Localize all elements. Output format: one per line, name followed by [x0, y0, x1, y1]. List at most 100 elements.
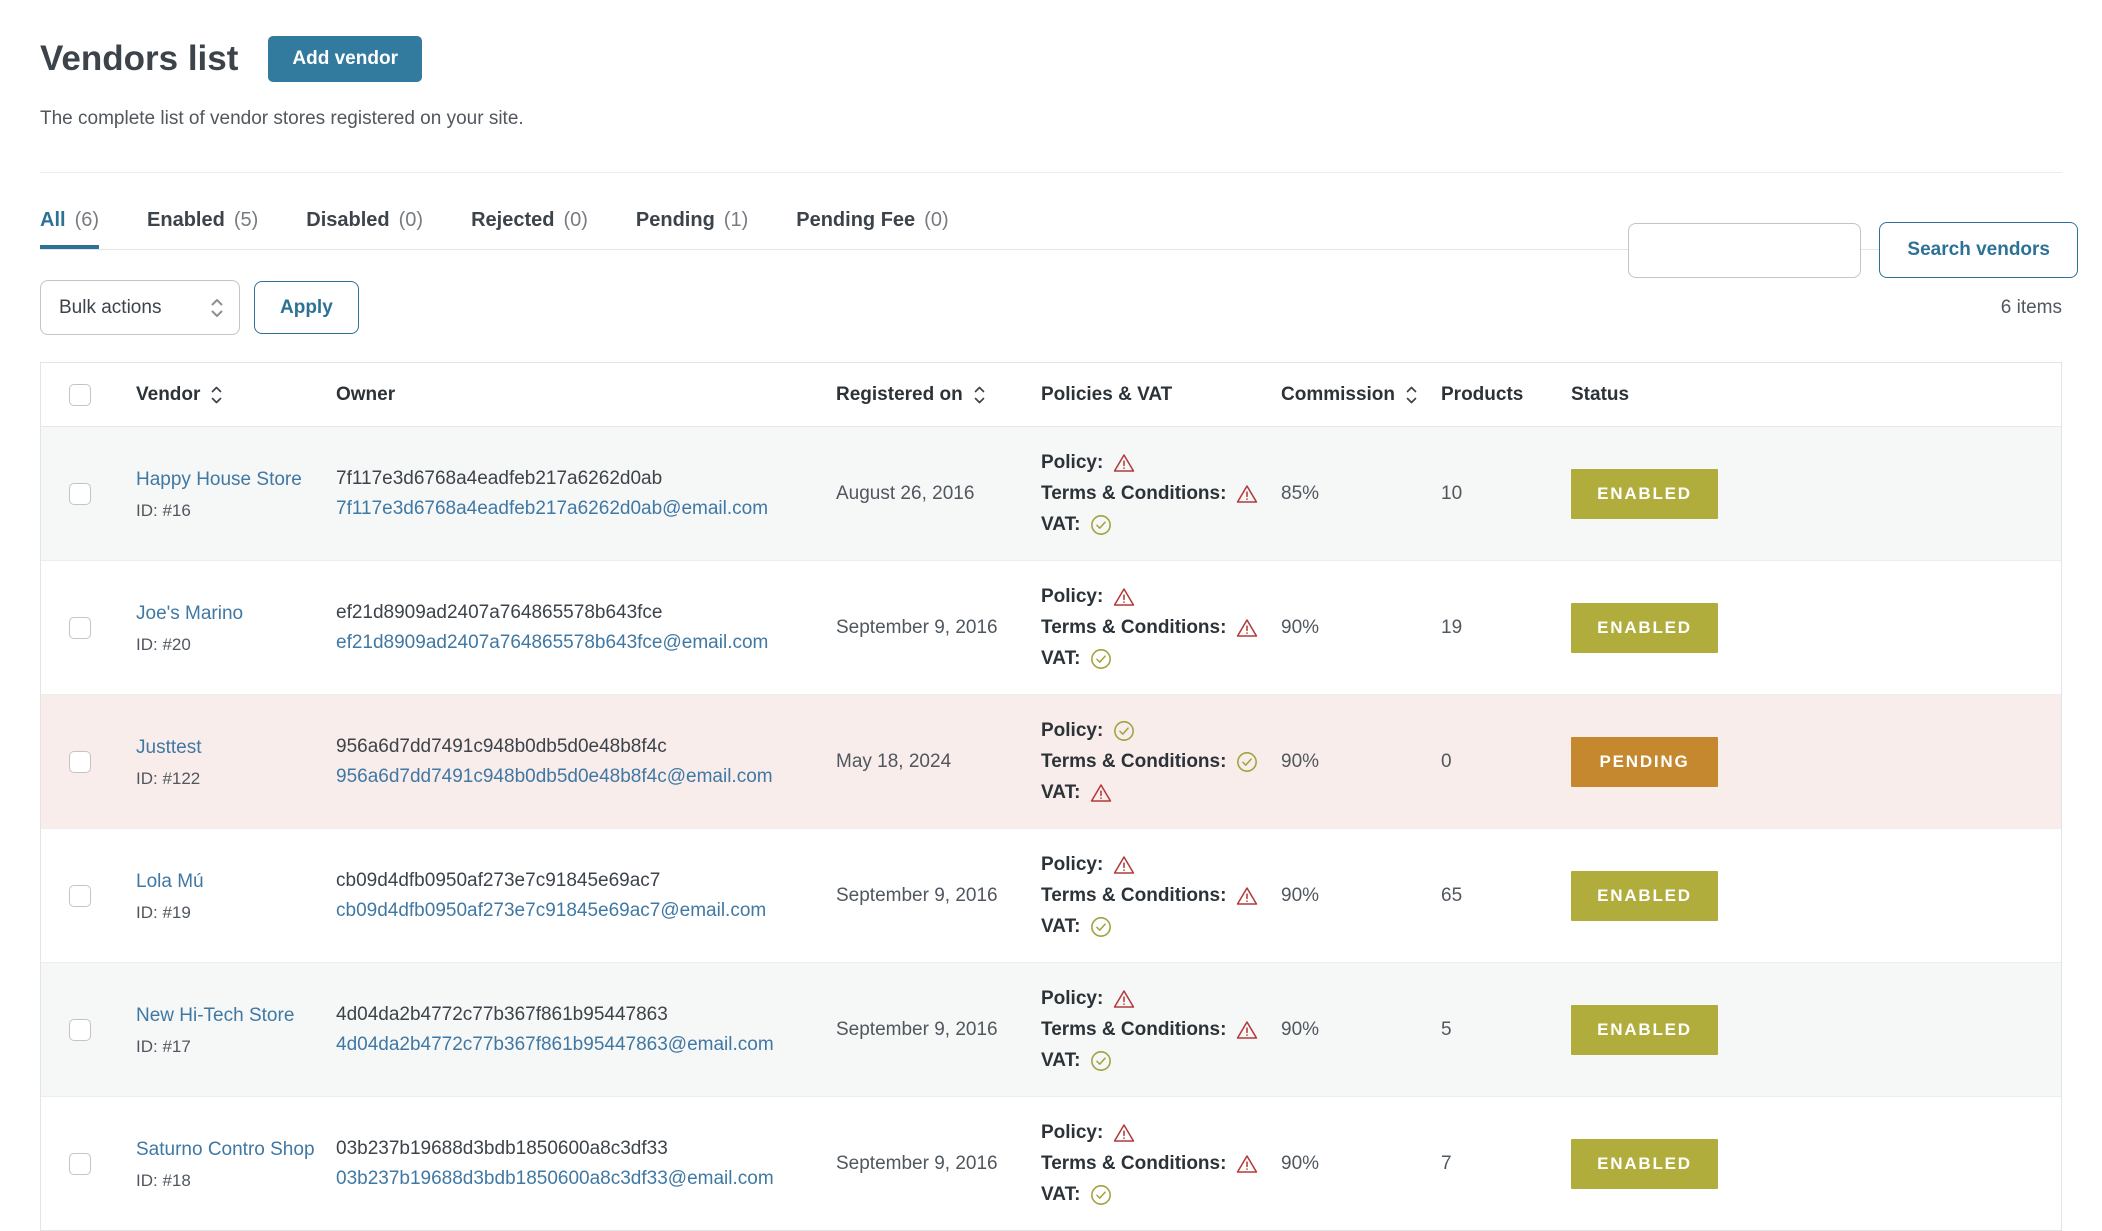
- terms-label: Terms & Conditions:: [1041, 1014, 1226, 1045]
- search-input[interactable]: [1628, 223, 1861, 278]
- add-vendor-button[interactable]: Add vendor: [268, 36, 422, 82]
- owner-email-link[interactable]: ef21d8909ad2407a764865578b643fce@email.c…: [336, 632, 768, 653]
- terms-label: Terms & Conditions:: [1041, 880, 1226, 911]
- column-header-products: Products: [1441, 384, 1571, 406]
- vat-label: VAT:: [1041, 1045, 1080, 1076]
- vendor-name-link[interactable]: Saturno Contro Shop: [136, 1136, 315, 1164]
- row-checkbox[interactable]: [69, 1153, 91, 1175]
- row-checkbox[interactable]: [69, 1019, 91, 1041]
- owner-email-link[interactable]: 4d04da2b4772c77b367f861b95447863@email.c…: [336, 1034, 774, 1055]
- tab-label: Enabled: [147, 209, 225, 232]
- warning-icon: [1113, 855, 1135, 875]
- tab-pending-fee[interactable]: Pending Fee (0): [796, 209, 948, 249]
- commission-value: 90%: [1281, 617, 1441, 639]
- select-all-checkbox[interactable]: [69, 384, 91, 406]
- column-header-label: Status: [1571, 384, 1629, 406]
- owner-email-link[interactable]: 03b237b19688d3bdb1850600a8c3df33@email.c…: [336, 1168, 774, 1189]
- row-checkbox[interactable]: [69, 751, 91, 773]
- vendor-name-link[interactable]: Justtest: [136, 734, 201, 762]
- table-row: Lola Mú ID: #19 cb09d4dfb0950af273e7c918…: [41, 828, 2061, 962]
- tab-disabled[interactable]: Disabled (0): [306, 209, 423, 249]
- bulk-actions-selected-value: Bulk actions: [59, 297, 161, 319]
- column-header-commission[interactable]: Commission: [1281, 384, 1441, 406]
- owner-email-link[interactable]: cb09d4dfb0950af273e7c91845e69ac7@email.c…: [336, 900, 766, 921]
- policy-label: Policy:: [1041, 581, 1103, 612]
- column-header-registered-on[interactable]: Registered on: [836, 384, 1041, 406]
- tab-rejected[interactable]: Rejected (0): [471, 209, 588, 249]
- vendor-id: ID: #20: [136, 635, 316, 655]
- search-vendors-button[interactable]: Search vendors: [1879, 222, 2078, 278]
- vendor-cell: Saturno Contro Shop ID: #18: [136, 1136, 336, 1191]
- bulk-actions-row: Bulk actions Apply 6 items: [40, 280, 2062, 335]
- policy-label: Policy:: [1041, 1117, 1103, 1148]
- check-circle-icon: [1090, 1050, 1112, 1072]
- owner-name: 7f117e3d6768a4eadfeb217a6262d0ab: [336, 464, 820, 493]
- column-header-vendor[interactable]: Vendor: [136, 384, 336, 406]
- products-count: 19: [1441, 617, 1571, 639]
- vat-label: VAT:: [1041, 777, 1080, 808]
- terms-label: Terms & Conditions:: [1041, 1148, 1226, 1179]
- vendor-id: ID: #18: [136, 1171, 316, 1191]
- row-checkbox[interactable]: [69, 885, 91, 907]
- sort-icon[interactable]: [210, 384, 223, 406]
- tab-label: Disabled: [306, 209, 389, 232]
- vendors-table: Vendor Owner Registered on Policies & VA…: [40, 362, 2062, 1231]
- sort-icon[interactable]: [973, 384, 986, 406]
- tab-count: (0): [924, 209, 948, 232]
- status-badge: ENABLED: [1571, 603, 1718, 653]
- registered-on: September 9, 2016: [836, 1019, 1041, 1041]
- terms-label: Terms & Conditions:: [1041, 478, 1226, 509]
- owner-email-link[interactable]: 956a6d7dd7491c948b0db5d0e48b8f4c@email.c…: [336, 766, 773, 787]
- column-header-label: Vendor: [136, 384, 200, 406]
- check-circle-icon: [1090, 514, 1112, 536]
- warning-icon: [1113, 989, 1135, 1009]
- vendor-cell: Happy House Store ID: #16: [136, 466, 336, 521]
- tab-pending[interactable]: Pending (1): [636, 209, 748, 249]
- vendor-name-link[interactable]: Happy House Store: [136, 466, 302, 494]
- row-checkbox[interactable]: [69, 617, 91, 639]
- apply-button[interactable]: Apply: [254, 281, 359, 334]
- owner-cell: cb09d4dfb0950af273e7c91845e69ac7 cb09d4d…: [336, 866, 836, 925]
- vendor-cell: New Hi-Tech Store ID: #17: [136, 1002, 336, 1057]
- check-circle-icon: [1090, 916, 1112, 938]
- status-badge: ENABLED: [1571, 469, 1718, 519]
- warning-icon: [1236, 484, 1258, 504]
- owner-name: 4d04da2b4772c77b367f861b95447863: [336, 1000, 820, 1029]
- tab-label: All: [40, 209, 66, 232]
- vendor-name-link[interactable]: Joe's Marino: [136, 600, 243, 628]
- tab-label: Pending Fee: [796, 209, 915, 232]
- vendor-name-link[interactable]: New Hi-Tech Store: [136, 1002, 294, 1030]
- tab-count: (0): [399, 209, 423, 232]
- owner-email-link[interactable]: 7f117e3d6768a4eadfeb217a6262d0ab@email.c…: [336, 498, 768, 519]
- terms-label: Terms & Conditions:: [1041, 612, 1226, 643]
- items-count: 6 items: [2001, 297, 2062, 319]
- tab-enabled[interactable]: Enabled (5): [147, 209, 258, 249]
- policy-label: Policy:: [1041, 849, 1103, 880]
- table-row: Happy House Store ID: #16 7f117e3d6768a4…: [41, 427, 2061, 560]
- products-count: 5: [1441, 1019, 1571, 1041]
- check-circle-icon: [1113, 720, 1135, 742]
- vendor-cell: Justtest ID: #122: [136, 734, 336, 789]
- column-header-label: Owner: [336, 384, 395, 406]
- table-row: Justtest ID: #122 956a6d7dd7491c948b0db5…: [41, 694, 2061, 828]
- vendor-name-link[interactable]: Lola Mú: [136, 868, 204, 896]
- table-header-row: Vendor Owner Registered on Policies & VA…: [41, 363, 2061, 427]
- policies-cell: Policy: Terms & Conditions: VAT:: [1041, 849, 1281, 942]
- vendor-id: ID: #19: [136, 903, 316, 923]
- table-row: Joe's Marino ID: #20 ef21d8909ad2407a764…: [41, 560, 2061, 694]
- sort-icon[interactable]: [1405, 384, 1418, 406]
- owner-cell: 7f117e3d6768a4eadfeb217a6262d0ab 7f117e3…: [336, 464, 836, 523]
- products-count: 7: [1441, 1153, 1571, 1175]
- bulk-actions-select[interactable]: Bulk actions: [40, 280, 240, 335]
- registered-on: August 26, 2016: [836, 483, 1041, 505]
- vat-label: VAT:: [1041, 1179, 1080, 1210]
- tab-count: (5): [234, 209, 258, 232]
- tab-label: Rejected: [471, 209, 554, 232]
- owner-cell: ef21d8909ad2407a764865578b643fce ef21d89…: [336, 598, 836, 657]
- policies-cell: Policy: Terms & Conditions: VAT:: [1041, 447, 1281, 540]
- row-checkbox[interactable]: [69, 483, 91, 505]
- vendor-id: ID: #17: [136, 1037, 316, 1057]
- tab-all[interactable]: All (6): [40, 209, 99, 249]
- commission-value: 90%: [1281, 1153, 1441, 1175]
- commission-value: 90%: [1281, 751, 1441, 773]
